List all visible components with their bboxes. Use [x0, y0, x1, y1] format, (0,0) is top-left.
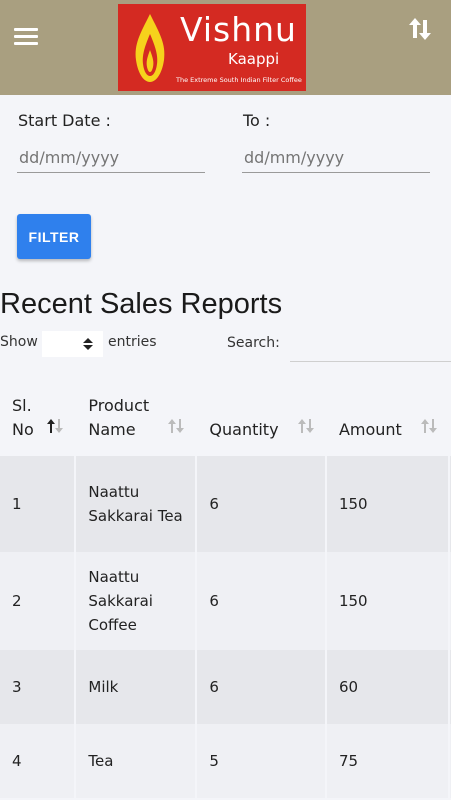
- cell-quantity: 6: [197, 650, 325, 724]
- cell-product-name: Milk: [76, 650, 196, 724]
- end-date-label: To :: [243, 111, 271, 130]
- cell-quantity: 6: [197, 456, 325, 552]
- search-input[interactable]: [290, 331, 451, 362]
- sort-icon: [297, 419, 314, 433]
- brand-sub: Kaappi: [228, 50, 280, 68]
- select-updown-icon: [83, 338, 93, 350]
- cell-amount: 75: [326, 724, 449, 798]
- top-app-bar: Vishnu Kaappi The Extreme South Indian F…: [0, 0, 451, 95]
- cell-sl-no: 3: [0, 650, 75, 724]
- cell-product-name: Naattu Sakkarai Coffee: [76, 552, 196, 650]
- table-row[interactable]: 4 Tea 5 75 C: [0, 724, 451, 798]
- cell-quantity: 5: [197, 724, 325, 798]
- sales-table: Sl. No Product Name Quantity Amount P: [0, 380, 451, 798]
- start-date-input[interactable]: [17, 142, 205, 173]
- column-header-sl-no[interactable]: Sl. No: [0, 380, 75, 456]
- sort-icon: [421, 419, 438, 433]
- column-header-product-name[interactable]: Product Name: [76, 380, 196, 456]
- brand-name: Vishnu: [180, 10, 297, 49]
- column-header-label: Product Name: [88, 396, 150, 439]
- cell-product-name: Naattu Sakkarai Tea: [76, 456, 196, 552]
- sales-table-container: Sl. No Product Name Quantity Amount P: [0, 380, 451, 800]
- cell-amount: 150: [326, 552, 449, 650]
- column-header-quantity[interactable]: Quantity: [197, 380, 325, 456]
- hamburger-icon[interactable]: [14, 28, 38, 46]
- brand-logo[interactable]: Vishnu Kaappi The Extreme South Indian F…: [118, 4, 306, 91]
- entries-select[interactable]: [42, 331, 103, 357]
- column-header-label: Sl. No: [12, 396, 34, 439]
- table-row[interactable]: 3 Milk 6 60 C: [0, 650, 451, 724]
- search-label: Search:: [227, 335, 280, 351]
- start-date-label: Start Date :: [18, 111, 111, 130]
- column-header-amount[interactable]: Amount: [326, 380, 449, 456]
- end-date-input[interactable]: [242, 142, 430, 173]
- cell-quantity: 6: [197, 552, 325, 650]
- cell-sl-no: 4: [0, 724, 75, 798]
- table-row[interactable]: 2 Naattu Sakkarai Coffee 6 150 C: [0, 552, 451, 650]
- sort-icon: [168, 419, 185, 433]
- cell-amount: 60: [326, 650, 449, 724]
- entries-label: entries: [108, 334, 157, 350]
- sort-arrows-icon[interactable]: [406, 14, 434, 44]
- cell-sl-no: 2: [0, 552, 75, 650]
- cell-amount: 150: [326, 456, 449, 552]
- cell-product-name: Tea: [76, 724, 196, 798]
- brand-tagline: The Extreme South Indian Filter Coffee: [176, 76, 302, 84]
- page-title: Recent Sales Reports: [0, 288, 283, 320]
- cell-sl-no: 1: [0, 456, 75, 552]
- table-header-row: Sl. No Product Name Quantity Amount P: [0, 380, 451, 456]
- sort-active-icon: [47, 419, 64, 433]
- table-row[interactable]: 1 Naattu Sakkarai Tea 6 150 C: [0, 456, 451, 552]
- filter-button[interactable]: FILTER: [17, 214, 91, 259]
- show-label: Show: [0, 334, 38, 350]
- flame-icon: [135, 14, 165, 82]
